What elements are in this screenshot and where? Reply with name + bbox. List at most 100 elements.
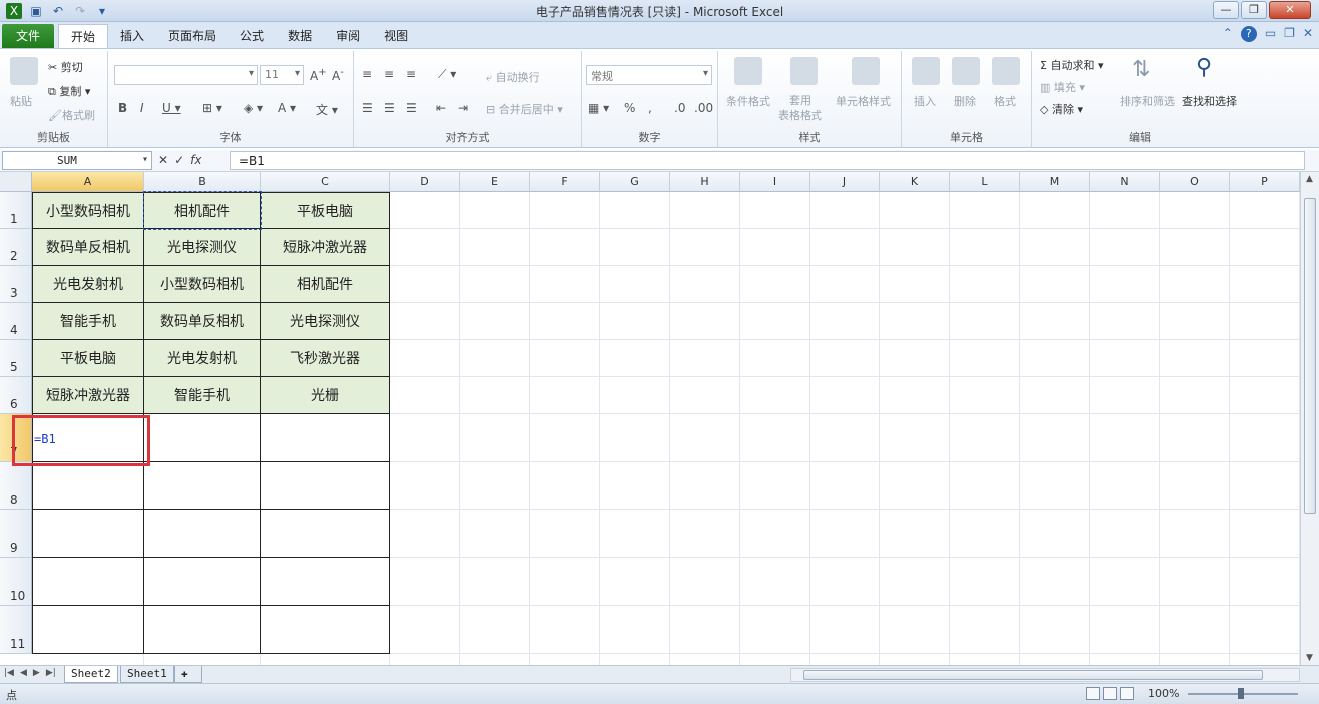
cancel-icon[interactable]: ✕: [158, 153, 168, 167]
table-cell[interactable]: [32, 510, 144, 558]
autosum-button[interactable]: Σ 自动求和 ▾: [1040, 57, 1103, 73]
sheet-tab-sheet2[interactable]: Sheet2: [64, 666, 118, 683]
align-top-icon[interactable]: ≡: [362, 67, 372, 81]
format-table-button[interactable]: 套用 表格格式: [778, 93, 822, 123]
next-sheet-icon[interactable]: ▶: [33, 668, 40, 678]
binoculars-icon[interactable]: ⚲: [1196, 55, 1212, 80]
insert-sheet-icon[interactable]: ✚: [174, 666, 202, 683]
delete-cells-button[interactable]: 删除: [954, 93, 976, 109]
cell-style-button[interactable]: 单元格样式: [836, 93, 891, 109]
table-cell[interactable]: [144, 462, 261, 510]
table-cell[interactable]: 小型数码相机: [144, 266, 261, 303]
comma-icon[interactable]: ,: [648, 101, 652, 115]
table-cell[interactable]: 平板电脑: [32, 340, 144, 377]
table-cell[interactable]: 光电发射机: [32, 266, 144, 303]
vertical-scrollbar[interactable]: ▲ ▼: [1300, 172, 1319, 665]
active-cell-highlight[interactable]: [12, 415, 150, 466]
column-header[interactable]: D: [390, 172, 460, 192]
insert-function-icon[interactable]: fx: [190, 153, 201, 167]
clear-button[interactable]: ◇ 清除 ▾: [1040, 101, 1083, 117]
name-box[interactable]: SUM: [2, 151, 152, 170]
close-button[interactable]: ✕: [1269, 1, 1311, 19]
zoom-slider-knob[interactable]: [1238, 688, 1244, 699]
tab-review[interactable]: 审阅: [324, 24, 372, 48]
workbook-minimize-icon[interactable]: ▭: [1265, 26, 1276, 42]
currency-icon[interactable]: ▦ ▾: [588, 101, 609, 115]
table-cell[interactable]: 光电探测仪: [144, 229, 261, 266]
row-header[interactable]: 10: [0, 558, 32, 606]
row-header[interactable]: 9: [0, 510, 32, 558]
row-header[interactable]: 8: [0, 462, 32, 510]
workbook-close-icon[interactable]: ✕: [1303, 26, 1313, 42]
orientation-icon[interactable]: ⟋ ▾: [438, 67, 456, 82]
horizontal-scroll-thumb[interactable]: [803, 670, 1263, 680]
format-cells-icon[interactable]: [992, 57, 1020, 85]
format-cells-button[interactable]: 格式: [994, 93, 1016, 109]
align-center-icon[interactable]: ☰: [384, 101, 395, 115]
insert-cells-button[interactable]: 插入: [914, 93, 936, 109]
fill-button[interactable]: ▥ 填充 ▾: [1040, 79, 1085, 95]
table-cell[interactable]: [261, 606, 390, 654]
column-header[interactable]: M: [1020, 172, 1090, 192]
column-header[interactable]: I: [740, 172, 810, 192]
wrap-text-button[interactable]: ⤶ 自动换行: [486, 69, 540, 85]
align-bottom-icon[interactable]: ≡: [406, 67, 416, 81]
sort-filter-icon[interactable]: ⇅: [1132, 57, 1150, 82]
tab-page-layout[interactable]: 页面布局: [156, 24, 228, 48]
row-header[interactable]: 2: [0, 229, 32, 266]
tab-view[interactable]: 视图: [372, 24, 420, 48]
table-cell[interactable]: [32, 606, 144, 654]
last-sheet-icon[interactable]: ▶|: [46, 668, 56, 678]
bold-icon[interactable]: B: [118, 101, 127, 115]
table-cell[interactable]: 数码单反相机: [32, 229, 144, 266]
tab-file[interactable]: 文件: [2, 24, 54, 48]
align-left-icon[interactable]: ☰: [362, 101, 373, 115]
column-header[interactable]: C: [261, 172, 390, 192]
row-header[interactable]: 11: [0, 606, 32, 654]
align-middle-icon[interactable]: ≡: [384, 67, 394, 81]
restore-button[interactable]: ❐: [1241, 1, 1267, 19]
table-cell[interactable]: 短脉冲激光器: [32, 377, 144, 414]
table-cell[interactable]: 光栅: [261, 377, 390, 414]
vertical-scroll-thumb[interactable]: [1304, 198, 1316, 514]
table-cell[interactable]: 光电探测仪: [261, 303, 390, 340]
conditional-format-button[interactable]: 条件格式: [726, 93, 770, 109]
copy-button[interactable]: ⧉ 复制 ▾: [48, 83, 90, 99]
table-cell[interactable]: [144, 414, 261, 462]
format-painter-button[interactable]: 🖌格式刷: [48, 107, 95, 123]
number-format-combo[interactable]: 常规: [586, 65, 712, 85]
worksheet-grid[interactable]: A B C D E F G H I J K L M N O P 1 2 3 4 5 6 7 8 9 10 11 小型数码相机 相机配件平…: [0, 172, 1300, 665]
table-cell[interactable]: [261, 462, 390, 510]
tab-insert[interactable]: 插入: [108, 24, 156, 48]
delete-cells-icon[interactable]: [952, 57, 980, 85]
fill-color-icon[interactable]: ◈ ▾: [244, 101, 263, 115]
table-cell[interactable]: [261, 414, 390, 462]
insert-cells-icon[interactable]: [912, 57, 940, 85]
column-header[interactable]: O: [1160, 172, 1230, 192]
row-header[interactable]: 6: [0, 377, 32, 414]
page-layout-view-icon[interactable]: [1103, 687, 1117, 700]
column-header[interactable]: P: [1230, 172, 1300, 192]
font-color-icon[interactable]: A ▾: [278, 101, 296, 115]
help-icon[interactable]: ?: [1240, 26, 1257, 42]
zoom-level[interactable]: 100%: [1148, 687, 1179, 700]
normal-view-icon[interactable]: [1086, 687, 1100, 700]
percent-icon[interactable]: %: [624, 101, 635, 115]
decrease-decimal-icon[interactable]: .00: [694, 101, 713, 115]
table-cell[interactable]: 智能手机: [144, 377, 261, 414]
table-cell[interactable]: [32, 558, 144, 606]
row-header[interactable]: 4: [0, 303, 32, 340]
paste-icon[interactable]: [10, 57, 38, 85]
column-header[interactable]: E: [460, 172, 530, 192]
table-cell[interactable]: [144, 558, 261, 606]
prev-sheet-icon[interactable]: ◀: [20, 668, 27, 678]
formula-input[interactable]: =B1: [230, 151, 1305, 170]
decrease-indent-icon[interactable]: ⇤: [436, 101, 446, 115]
tab-home[interactable]: 开始: [58, 24, 109, 48]
find-select-button[interactable]: 查找和选择: [1182, 93, 1237, 109]
table-cell[interactable]: 小型数码相机: [32, 192, 144, 229]
sheet-tab-sheet1[interactable]: Sheet1: [120, 666, 174, 683]
workbook-restore-icon[interactable]: ❐: [1284, 26, 1295, 42]
tab-formulas[interactable]: 公式: [228, 24, 276, 48]
first-sheet-icon[interactable]: |◀: [4, 668, 14, 678]
